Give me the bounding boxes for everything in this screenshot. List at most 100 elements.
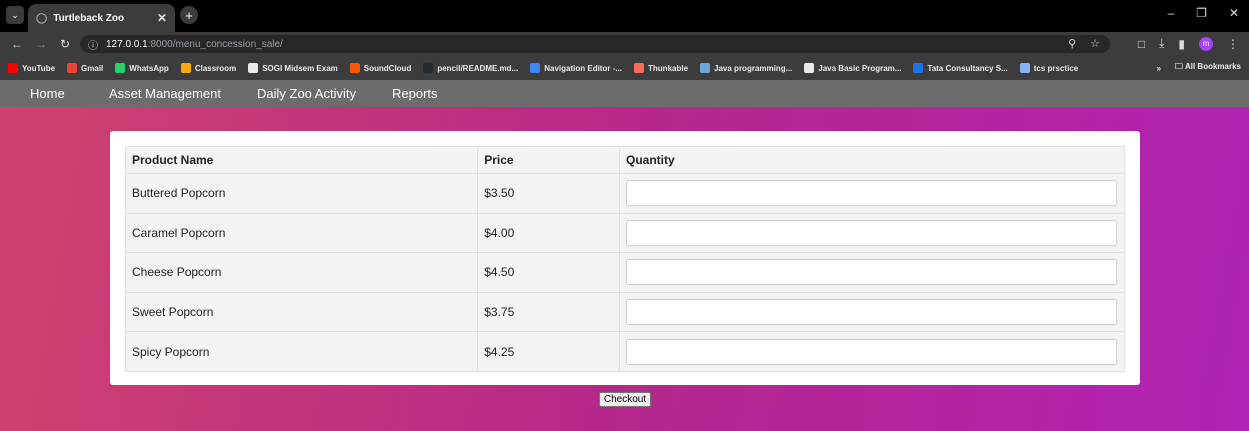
bookmark-label: Classroom (194, 63, 237, 73)
bookmark-label: Thunkable (648, 63, 689, 73)
bookmark-label: Gmail (81, 63, 104, 73)
close-tab-icon[interactable]: ✕ (157, 11, 167, 25)
product-name: Buttered Popcorn (124, 173, 479, 214)
download-icon[interactable]: ⤓ (1159, 36, 1164, 51)
bookmark-item[interactable]: pencil/README.md... (423, 63, 518, 73)
bookmark-favicon-icon (67, 63, 78, 73)
bookmark-label: Navigation Editor -... (544, 63, 623, 73)
product-price: $4.00 (477, 212, 620, 254)
bookmark-item[interactable]: Tata Consultancy S... (913, 63, 1008, 73)
bookmark-label: YouTube (22, 63, 56, 73)
product-price: $4.50 (477, 252, 620, 293)
browser-tab-strip: ⌄ ◯ Turtleback Zoo ✕ + – ❐ ✕ (0, 0, 1249, 32)
forward-arrow-icon[interactable]: → (34, 37, 48, 51)
tab-title: Turtleback Zoo (53, 12, 125, 24)
bookmark-favicon-icon (8, 63, 18, 73)
bookmarks-right: » 🗀 All Bookmarks (1157, 61, 1241, 75)
quantity-input[interactable] (625, 299, 1117, 326)
address-toolbar: ← → ↻ ⓘ 127.0.0.1:8000/menu_concession_s… (0, 32, 1249, 56)
quantity-input[interactable] (625, 180, 1117, 207)
bookmark-label: tcs prsctice (1033, 63, 1079, 73)
bookmark-favicon-icon (804, 63, 815, 73)
bookmark-label: pencil/README.md... (437, 63, 519, 73)
bookmark-label: SOGI Midsem Exam (262, 63, 338, 73)
concession-sale-card: Product Name Price Quantity Buttered Pop… (110, 131, 1140, 385)
close-window-icon[interactable]: ✕ (1229, 6, 1239, 20)
app-nav-bar: Home Asset Management Daily Zoo Activity… (0, 80, 1249, 107)
header-quantity: Quantity (618, 146, 1126, 174)
back-arrow-icon[interactable]: ← (10, 37, 24, 51)
bookmark-item[interactable]: tcs prsctice (1019, 63, 1079, 73)
bookmark-label: Java programming... (714, 63, 793, 73)
bookmark-favicon-icon (700, 63, 711, 73)
product-price: $4.25 (477, 331, 620, 372)
product-price: $3.50 (477, 173, 620, 214)
bookmark-item[interactable]: YouTube (8, 63, 55, 73)
bookmark-item[interactable]: Classroom (180, 63, 237, 73)
menu-kebab-icon[interactable]: ⋮ (1227, 37, 1239, 51)
tab-search-chevron-icon[interactable]: ⌄ (6, 6, 24, 24)
restore-icon[interactable]: ❐ (1196, 6, 1207, 20)
bookmark-item[interactable]: Java Basic Program... (804, 63, 901, 73)
bookmark-label: Tata Consultancy S... (927, 63, 1008, 73)
profile-avatar[interactable]: m (1199, 36, 1213, 51)
table-row: Cheese Popcorn $4.50 (124, 252, 1126, 293)
bookmark-label: SoundCloud (363, 63, 412, 73)
product-table: Product Name Price Quantity Buttered Pop… (124, 146, 1126, 372)
bookmark-item[interactable]: Navigation Editor -... (530, 63, 622, 73)
bookmark-item[interactable]: Java programming... (700, 63, 792, 73)
all-bookmarks-folder[interactable]: 🗀 All Bookmarks (1175, 61, 1241, 75)
quantity-input[interactable] (625, 338, 1117, 365)
page-content: Home Asset Management Daily Zoo Activity… (0, 80, 1249, 431)
product-name: Caramel Popcorn (124, 212, 479, 254)
bookmark-star-icon[interactable]: ☆ (1090, 37, 1100, 50)
product-name: Spicy Popcorn (124, 331, 479, 372)
nav-asset-management-link[interactable]: Asset Management (109, 86, 221, 101)
url-host: 127.0.0.1 (106, 38, 148, 50)
nav-home-link[interactable]: Home (30, 86, 65, 101)
url-path: :8000/menu_concession_sale/ (147, 38, 283, 50)
zoom-icon[interactable]: ⚲ (1068, 37, 1076, 50)
all-bookmarks-label: All Bookmarks (1184, 62, 1241, 71)
quantity-cell (618, 331, 1126, 372)
bookmark-favicon-icon (1019, 63, 1030, 73)
bookmarks-bar: YouTube Gmail WhatsApp Classroom SOGI Midsem… (0, 56, 1249, 80)
browser-tab[interactable]: ◯ Turtleback Zoo ✕ (28, 4, 175, 32)
bookmark-favicon-icon (180, 63, 191, 73)
minimize-icon[interactable]: – (1167, 6, 1174, 20)
side-panel-icon[interactable]: ▮ (1178, 37, 1185, 51)
bookmark-favicon-icon (115, 63, 126, 73)
bookmark-item[interactable]: SoundCloud (349, 63, 412, 73)
bookmark-item[interactable]: WhatsApp (115, 63, 169, 73)
extensions-icon[interactable]: □ (1138, 37, 1145, 51)
globe-icon: ◯ (36, 12, 48, 24)
nav-reports-link[interactable]: Reports (392, 86, 438, 101)
nav-daily-zoo-activity-link[interactable]: Daily Zoo Activity (257, 86, 356, 101)
bookmark-item[interactable]: SOGI Midsem Exam (248, 63, 338, 73)
url-bar[interactable]: ⓘ 127.0.0.1:8000/menu_concession_sale/ ⚲… (80, 35, 1110, 53)
quantity-cell (618, 291, 1126, 333)
bookmark-favicon-icon (423, 63, 434, 73)
quantity-input[interactable] (625, 259, 1117, 286)
product-name: Sweet Popcorn (124, 291, 479, 333)
table-header-row: Product Name Price Quantity (124, 146, 1126, 174)
bookmark-favicon-icon (634, 63, 645, 73)
folder-icon: 🗀 (1175, 62, 1184, 71)
quantity-cell (618, 252, 1126, 293)
bookmark-favicon-icon (913, 63, 924, 73)
new-tab-plus-icon[interactable]: + (180, 6, 198, 24)
quantity-cell (618, 212, 1126, 254)
bookmark-item[interactable]: Gmail (67, 63, 103, 73)
table-row: Caramel Popcorn $4.00 (124, 212, 1126, 254)
checkout-button[interactable]: Checkout (599, 392, 651, 407)
table-row: Buttered Popcorn $3.50 (124, 173, 1126, 214)
table-row: Spicy Popcorn $4.25 (124, 331, 1126, 372)
header-product-name: Product Name (124, 146, 479, 174)
more-bookmarks-icon[interactable]: » (1157, 64, 1161, 73)
bookmark-favicon-icon (349, 63, 360, 73)
table-row: Sweet Popcorn $3.75 (124, 291, 1126, 333)
quantity-input[interactable] (625, 219, 1117, 246)
reload-icon[interactable]: ↻ (58, 37, 72, 51)
bookmark-item[interactable]: Thunkable (634, 63, 688, 73)
site-info-icon[interactable]: ⓘ (88, 37, 98, 52)
